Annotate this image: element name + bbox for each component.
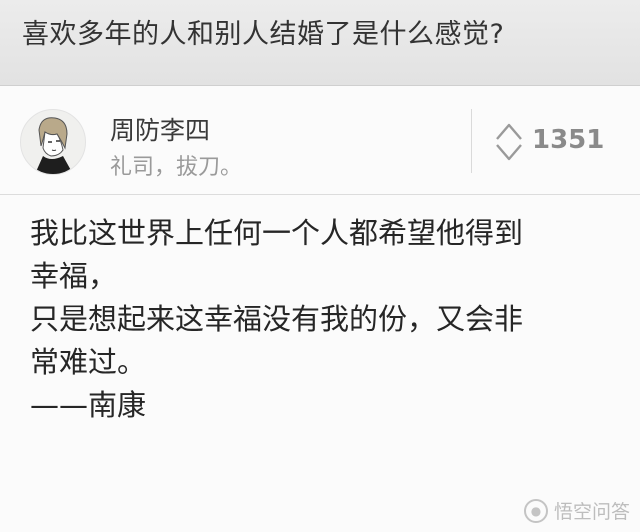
content-line: 常难过。 xyxy=(30,345,147,379)
answer-content: 我比这世界上任何一个人都希望他得到 幸福， 只是想起来这幸福没有我的份，又会非 … xyxy=(30,212,620,427)
vertical-divider xyxy=(471,109,472,173)
author-row: 周防李四 礼司，拔刀。 1351 xyxy=(0,87,640,195)
vote-updown-icon[interactable] xyxy=(494,119,524,165)
answer-card: 周防李四 礼司，拔刀。 1351 我比这世界上任何一个人都希望他得到 幸福， 只… xyxy=(0,87,640,532)
content-line: ——南康 xyxy=(30,388,147,422)
wukong-logo-icon: ● xyxy=(523,498,548,523)
watermark: ● 悟空问答 xyxy=(523,497,630,524)
vote-count: 1351 xyxy=(532,125,605,155)
content-line: 我比这世界上任何一个人都希望他得到 xyxy=(30,216,524,250)
author-bio: 礼司，拔刀。 xyxy=(110,155,243,180)
content-line: 幸福， xyxy=(30,259,118,293)
author-name[interactable]: 周防李四 xyxy=(110,111,210,147)
vote-widget[interactable]: 1351 xyxy=(490,115,620,167)
question-header: 喜欢多年的人和别人结婚了是什么感觉? xyxy=(0,0,640,86)
question-title[interactable]: 喜欢多年的人和别人结婚了是什么感觉? xyxy=(22,12,504,51)
watermark-text: 悟空问答 xyxy=(553,501,630,523)
content-line: 只是想起来这幸福没有我的份，又会非 xyxy=(30,302,524,336)
avatar[interactable] xyxy=(20,109,86,175)
